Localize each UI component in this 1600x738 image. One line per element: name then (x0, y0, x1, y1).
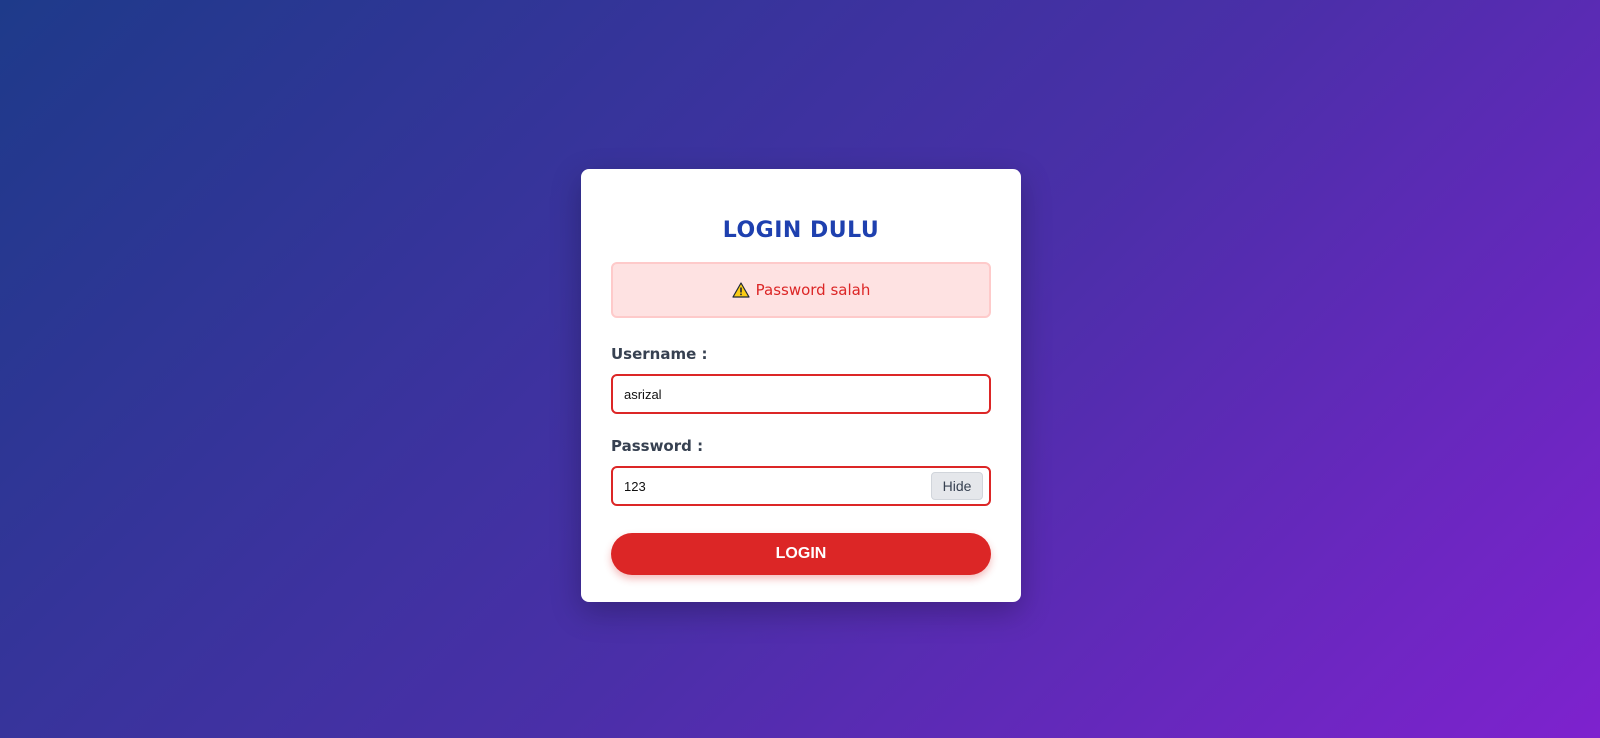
warning-icon (732, 282, 750, 298)
password-label: Password : (611, 437, 704, 455)
username-field[interactable] (611, 374, 991, 414)
password-field[interactable]: Hide (611, 466, 991, 506)
username-input[interactable] (624, 386, 983, 402)
hide-password-button[interactable]: Hide (931, 472, 983, 500)
error-message: Password salah (755, 281, 871, 299)
page-title: LOGIN DULU (722, 218, 880, 243)
login-button[interactable]: LOGIN (611, 533, 991, 575)
password-input[interactable] (624, 478, 931, 494)
login-card: LOGIN DULU Password salah Username : Pas… (581, 169, 1021, 602)
error-alert: Password salah (611, 262, 991, 318)
username-label: Username : (611, 345, 708, 363)
